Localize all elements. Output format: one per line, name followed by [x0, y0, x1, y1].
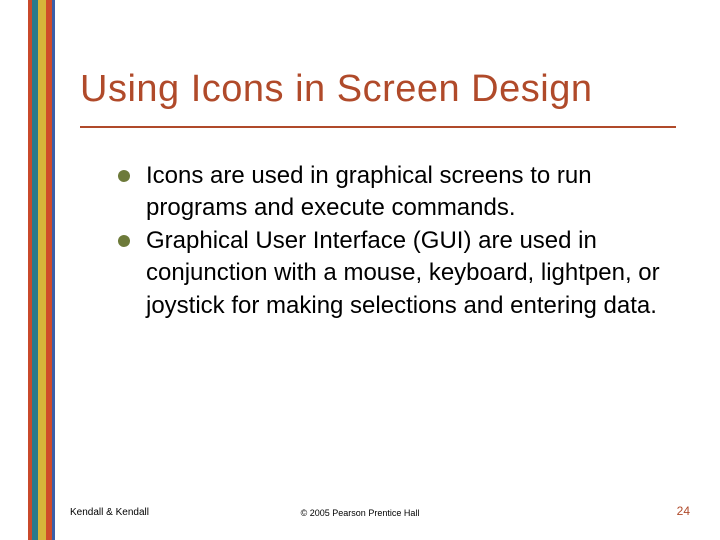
- footer-copyright: © 2005 Pearson Prentice Hall: [0, 508, 720, 518]
- decorative-stripe: [38, 0, 46, 540]
- slide-number: 24: [677, 504, 690, 518]
- bullet-text: Icons are used in graphical screens to r…: [146, 162, 592, 221]
- title-underline: [80, 126, 676, 128]
- decorative-stripe: [52, 0, 55, 540]
- bullet-text: Graphical User Interface (GUI) are used …: [146, 227, 660, 319]
- slide-title: Using Icons in Screen Design: [80, 68, 680, 111]
- bullet-item: Graphical User Interface (GUI) are used …: [118, 225, 676, 322]
- bullet-item: Icons are used in graphical screens to r…: [118, 160, 676, 225]
- bullet-list: Icons are used in graphical screens to r…: [118, 160, 676, 322]
- bullet-dot-icon: [118, 170, 130, 182]
- bullet-dot-icon: [118, 235, 130, 247]
